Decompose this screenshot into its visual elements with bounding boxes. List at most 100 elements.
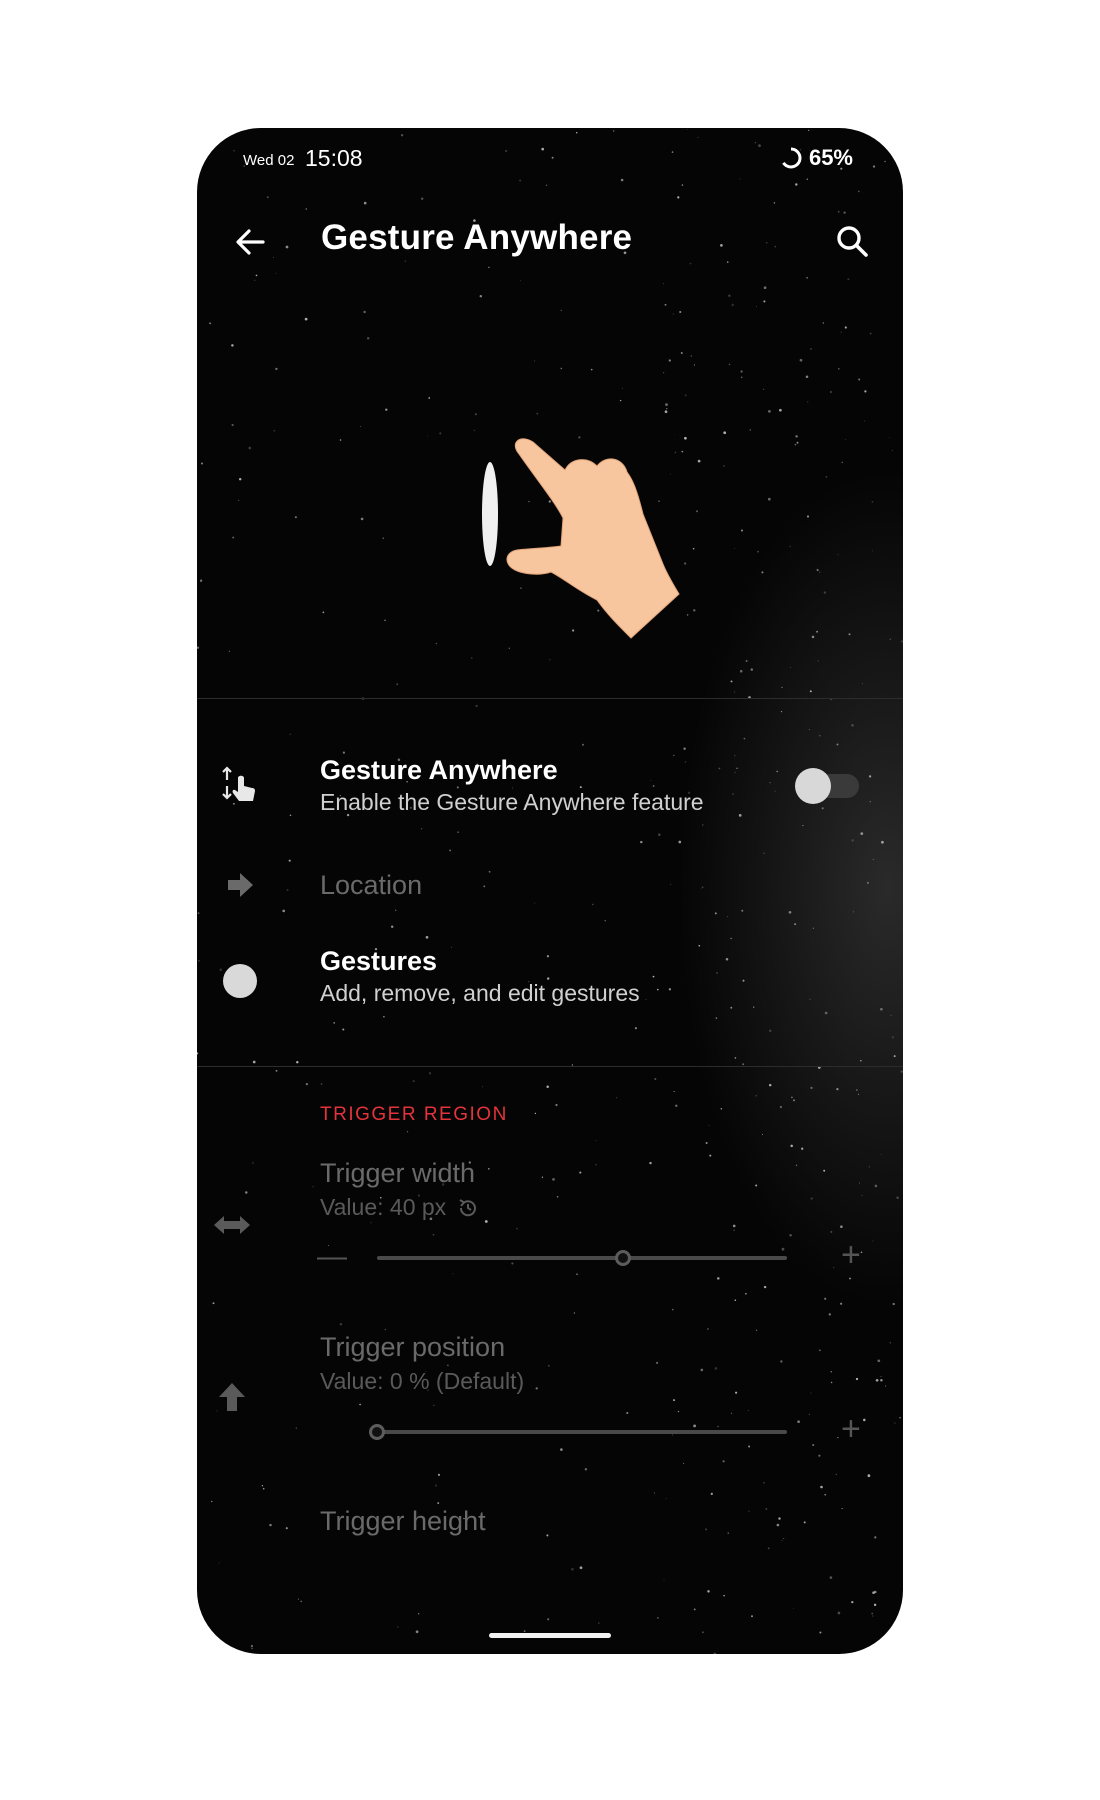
setting-location[interactable]: Location xyxy=(197,850,903,920)
slider-thumb[interactable] xyxy=(615,1250,631,1266)
setting-trigger-height[interactable]: Trigger height xyxy=(197,1498,903,1558)
star xyxy=(385,408,388,411)
star xyxy=(858,1093,860,1095)
star xyxy=(845,439,847,440)
star xyxy=(657,1617,659,1619)
setting-subtitle: Add, remove, and edit gestures xyxy=(320,980,640,1006)
star xyxy=(810,1086,813,1090)
star xyxy=(200,462,204,465)
slider-track xyxy=(377,1256,787,1260)
trigger-width-slider[interactable]: — + xyxy=(317,1238,877,1272)
star xyxy=(888,437,890,439)
star xyxy=(197,1052,199,1055)
setting-title: Trigger height xyxy=(320,1506,486,1536)
star xyxy=(810,348,812,350)
star xyxy=(838,368,840,370)
star xyxy=(816,568,819,572)
star xyxy=(571,1567,574,1571)
star xyxy=(231,344,234,347)
star xyxy=(856,1089,858,1091)
star xyxy=(672,313,674,315)
star xyxy=(848,633,851,636)
star xyxy=(740,370,743,373)
gesture-illustration xyxy=(482,438,680,639)
arrow-back-icon[interactable] xyxy=(227,218,275,266)
star xyxy=(889,638,891,640)
star xyxy=(384,619,386,622)
slider-thumb[interactable] xyxy=(369,1424,385,1440)
star xyxy=(289,733,291,735)
arrow-up-icon xyxy=(209,1374,255,1420)
star xyxy=(763,388,765,390)
star xyxy=(616,1097,618,1099)
star xyxy=(871,550,873,552)
star xyxy=(434,1484,438,1487)
star xyxy=(720,1108,723,1110)
app-bar: Gesture Anywhere xyxy=(197,188,903,300)
page-title: Gesture Anywhere xyxy=(321,218,633,257)
star xyxy=(779,1105,783,1109)
star xyxy=(835,1473,837,1475)
star xyxy=(250,1644,253,1648)
star xyxy=(840,1302,843,1305)
increase-position-button[interactable]: + xyxy=(841,1412,871,1446)
star xyxy=(860,1059,862,1062)
reset-icon[interactable] xyxy=(456,1196,480,1220)
divider-top xyxy=(197,698,903,699)
star xyxy=(428,397,431,399)
toggle-thumb xyxy=(795,768,831,804)
star xyxy=(684,394,687,397)
star xyxy=(733,691,736,693)
trigger-position-slider[interactable]: + xyxy=(317,1412,877,1446)
star xyxy=(707,1590,710,1593)
star xyxy=(671,1308,674,1311)
star xyxy=(825,476,828,478)
star xyxy=(731,303,735,307)
star xyxy=(733,547,735,549)
star xyxy=(427,435,429,437)
gesture-anywhere-toggle[interactable] xyxy=(795,768,859,804)
star xyxy=(881,840,884,844)
star xyxy=(252,1060,256,1064)
circle-icon xyxy=(217,958,263,1004)
star xyxy=(407,1131,409,1133)
star xyxy=(275,367,278,371)
star xyxy=(768,410,771,413)
star xyxy=(275,1069,278,1072)
setting-trigger-position[interactable]: Trigger position Value: 0 % (Default) + xyxy=(197,1324,903,1464)
star xyxy=(749,429,751,431)
star xyxy=(893,1055,896,1058)
star xyxy=(546,1085,549,1088)
star xyxy=(360,425,362,427)
star xyxy=(360,517,364,521)
setting-gesture-anywhere[interactable]: Gesture Anywhere Enable the Gesture Anyw… xyxy=(197,743,903,833)
setting-trigger-width[interactable]: Trigger width Value: 40 px — + xyxy=(197,1150,903,1290)
star xyxy=(751,1615,753,1618)
search-icon[interactable] xyxy=(829,218,877,266)
star xyxy=(435,642,438,645)
battery-percent: 65% xyxy=(808,145,853,170)
setting-gestures[interactable]: Gestures Add, remove, and edit gestures xyxy=(197,928,903,1028)
star xyxy=(819,571,821,573)
arrow-right-icon xyxy=(217,862,263,908)
star xyxy=(199,579,203,582)
star xyxy=(761,571,764,574)
star xyxy=(734,1057,737,1059)
star xyxy=(668,359,671,362)
star xyxy=(823,591,827,594)
star xyxy=(619,399,622,402)
star xyxy=(231,423,234,427)
star xyxy=(305,1082,309,1086)
star xyxy=(693,1608,696,1611)
star xyxy=(555,1103,558,1107)
star xyxy=(858,378,861,381)
star xyxy=(743,737,746,740)
home-indicator[interactable] xyxy=(489,1633,611,1638)
increase-width-button[interactable]: + xyxy=(841,1238,871,1272)
setting-value: Value: 40 px xyxy=(320,1194,480,1221)
star xyxy=(734,1299,737,1301)
gesture-swipe-icon xyxy=(217,761,263,807)
decrease-width-button[interactable]: — xyxy=(317,1242,347,1272)
star xyxy=(604,920,606,922)
star xyxy=(851,724,854,727)
